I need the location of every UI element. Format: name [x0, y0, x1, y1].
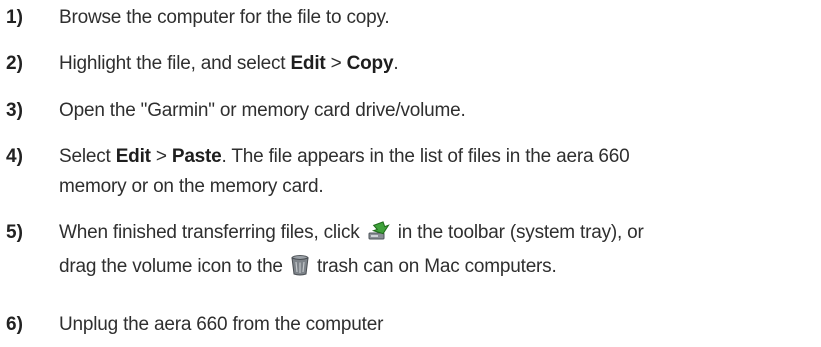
- step-text-pre: Highlight the file, and select: [59, 53, 291, 74]
- step-number: 6): [6, 314, 23, 335]
- step-text: When finished transferring files, click …: [59, 218, 819, 286]
- step-text-pre: When finished transferring files, click: [59, 222, 365, 243]
- menu-paste: Paste: [171, 146, 222, 167]
- step-number: 5): [6, 222, 23, 243]
- step-text-line2-pre: drag the volume icon to the: [59, 256, 288, 277]
- step-text: Unplug the aera 660 from the computer: [59, 314, 384, 335]
- step-number: 4): [6, 146, 23, 167]
- trash-can-icon: [290, 254, 310, 286]
- menu-copy: Copy: [346, 53, 394, 74]
- safely-remove-hardware-icon: [367, 220, 391, 252]
- step-text-post: .: [393, 53, 399, 74]
- step-text-line2-post: trash can on Mac computers.: [311, 256, 557, 277]
- step-number: 3): [6, 100, 23, 121]
- menu-separator: >: [325, 53, 347, 74]
- menu-edit: Edit: [290, 53, 326, 74]
- step-text-line2: memory or on the memory card.: [59, 176, 324, 197]
- step-text: Browse the computer for the file to copy…: [59, 7, 390, 28]
- step-text-pre: Select: [59, 146, 116, 167]
- step-text-post: . The file appears in the list of files …: [221, 146, 630, 167]
- step-number: 2): [6, 53, 23, 74]
- step-number: 1): [6, 7, 23, 28]
- step-text-post: in the toolbar (system tray), or: [392, 222, 644, 243]
- step-text: Select Edit > Paste. The file appears in…: [59, 142, 819, 202]
- step-text: Highlight the file, and select Edit > Co…: [59, 49, 819, 79]
- step-text: Open the "Garmin" or memory card drive/v…: [59, 100, 466, 121]
- menu-edit: Edit: [115, 146, 151, 167]
- menu-separator: >: [150, 146, 172, 167]
- instruction-steps: 1) Browse the computer for the file to c…: [0, 0, 821, 347]
